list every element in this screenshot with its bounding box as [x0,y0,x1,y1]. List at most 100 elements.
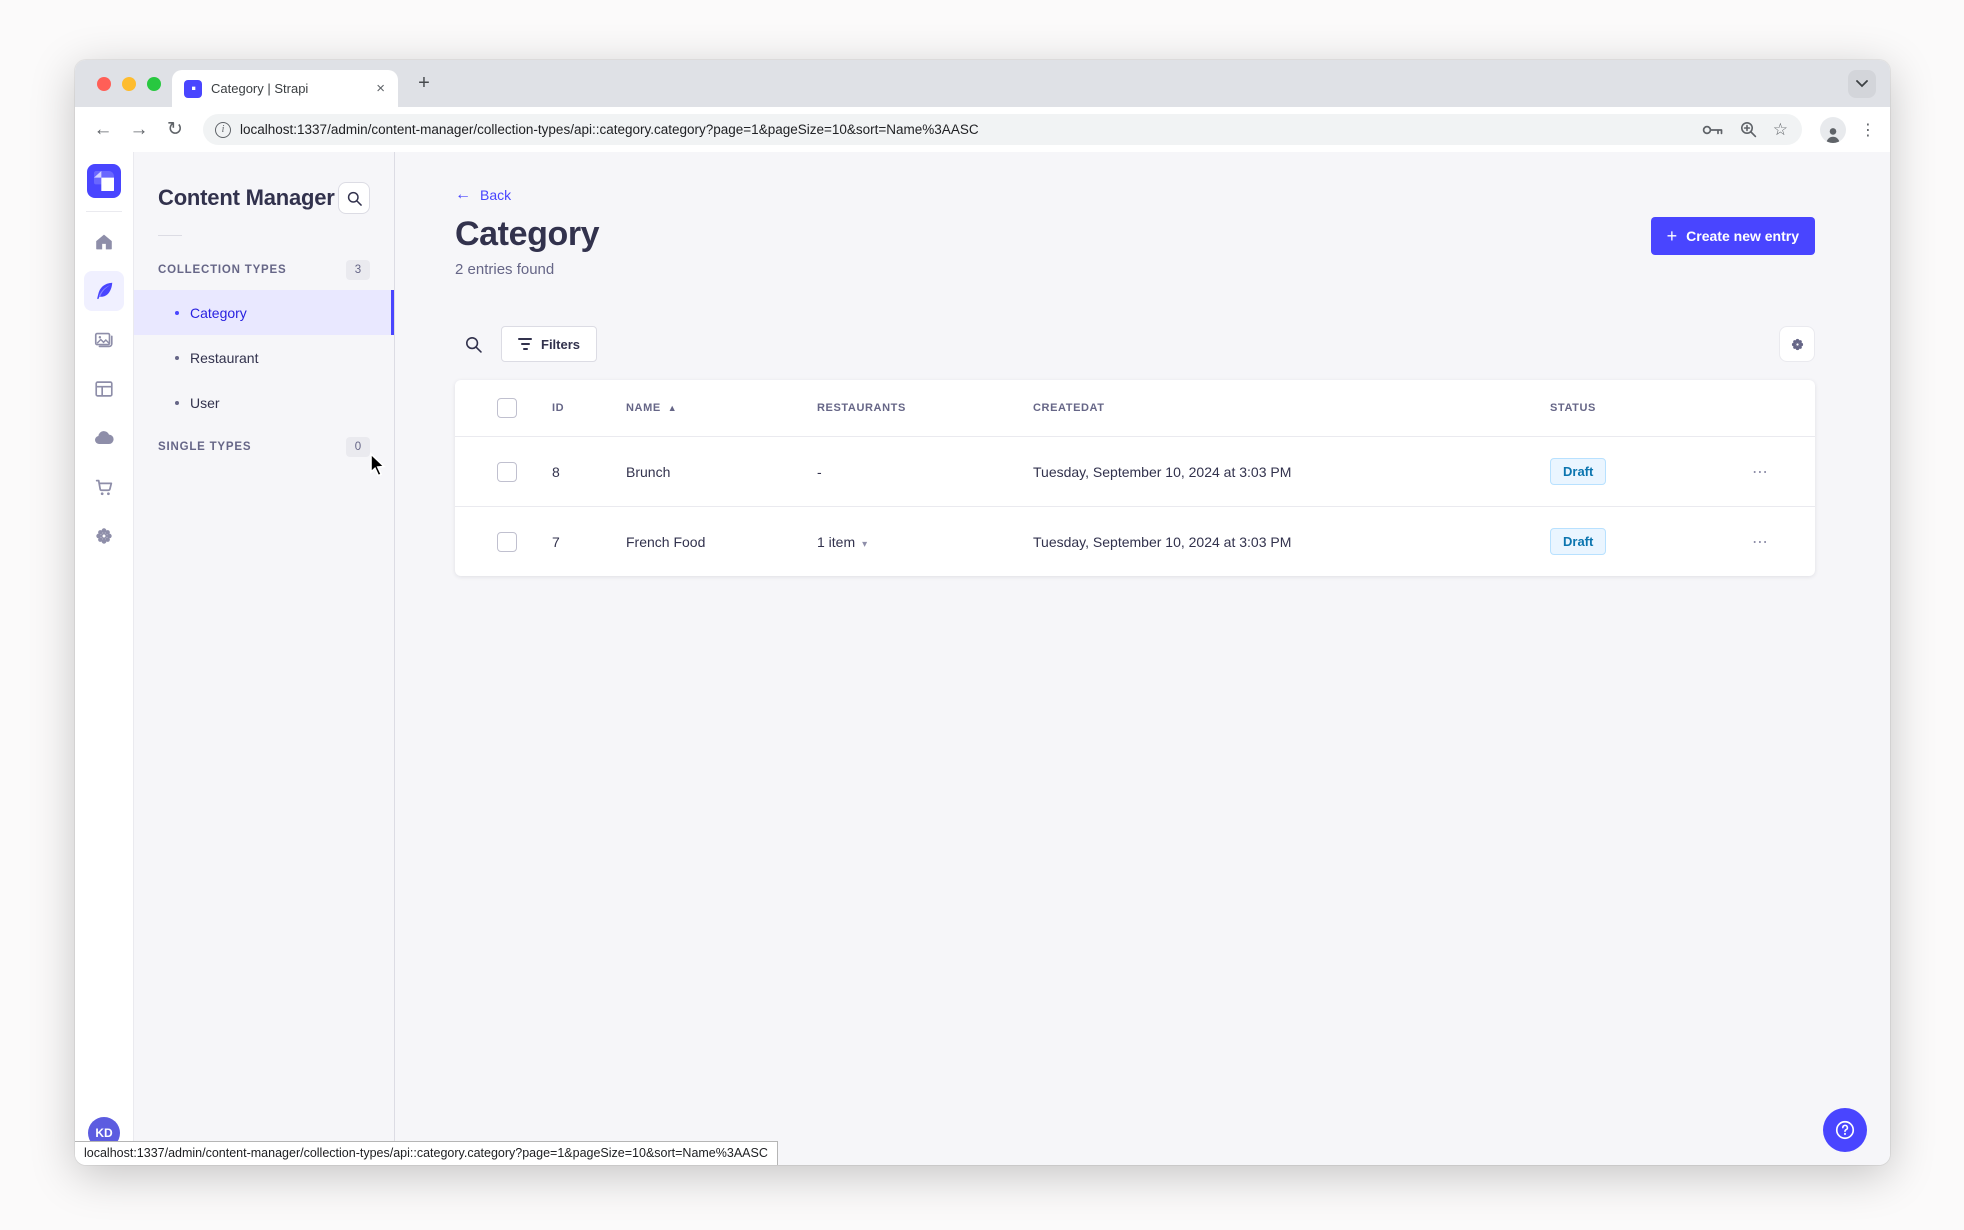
column-header-id[interactable]: ID [552,402,626,414]
browser-tab[interactable]: Category | Strapi × [172,70,398,107]
cell-name: Brunch [626,463,671,480]
column-header-status[interactable]: STATUS [1550,402,1752,414]
search-icon [465,336,482,353]
help-icon [1835,1120,1855,1140]
collection-types-label: COLLECTION TYPES [158,264,287,276]
table-header-row: ID NAME ▲ RESTAURANTS CREATEDAT STATUS [455,380,1815,436]
sidebar-item-label: Category [190,304,247,321]
column-header-name[interactable]: NAME ▲ [626,402,817,414]
sidebar-item-label: User [190,394,220,411]
back-link[interactable]: ← Back [455,186,512,204]
page-title: Category [455,215,600,253]
tab-title: Category | Strapi [211,81,309,96]
search-icon [347,191,362,206]
single-types-label: SINGLE TYPES [158,441,252,453]
home-icon [96,234,112,250]
row-checkbox[interactable] [497,531,517,552]
subnav-divider [158,235,182,236]
status-badge: Draft [1550,458,1607,485]
help-button[interactable] [1823,1108,1867,1152]
cart-icon [95,479,113,496]
cell-id: 7 [552,533,560,550]
cell-restaurants[interactable]: 1 item ▾ [817,534,1033,550]
sidebar-item-user[interactable]: User [134,380,394,425]
nav-settings-button[interactable] [84,516,124,556]
status-bar-url: localhost:1337/admin/content-manager/col… [75,1141,778,1165]
table-settings-button[interactable] [1779,326,1815,362]
sidebar-item-restaurant[interactable]: Restaurant [134,335,394,380]
filters-label: Filters [541,336,581,352]
media-library-icon [94,332,113,348]
browser-menu-icon[interactable]: ⋮ [1860,120,1876,140]
back-label: Back [480,187,512,203]
strapi-favicon-icon [184,79,202,98]
sort-asc-icon: ▲ [667,403,678,413]
nav-deploy-cloud-button[interactable] [84,418,124,458]
back-icon[interactable]: ← [89,119,117,141]
sidebar-item-label: Restaurant [190,349,259,366]
row-actions-icon[interactable]: ⋯ [1752,462,1769,482]
nav-home-button[interactable] [84,222,124,262]
subnav-title: Content Manager [158,185,335,210]
layout-icon [95,381,113,397]
chevron-down-icon [1856,80,1868,88]
nav-content-manager-button[interactable] [84,271,124,311]
nav-marketplace-button[interactable] [84,467,124,507]
filters-button[interactable]: Filters [501,326,598,362]
browser-window: Category | Strapi × + ← → ↻ i localhost:… [75,60,1890,1165]
tab-search-button[interactable] [1848,70,1876,98]
back-arrow-icon: ← [455,186,471,203]
column-header-createdat[interactable]: CREATEDAT [1033,402,1550,414]
minimize-window-button[interactable] [122,77,136,91]
cell-createdat: Tuesday, September 10, 2024 at 3:03 PM [1033,463,1292,480]
browser-profile-icon[interactable] [1820,116,1846,143]
content-manager-subnav: Content Manager COLLECTION TYPES 3 Categ… [134,152,395,1165]
reload-icon[interactable]: ↻ [161,118,189,141]
create-new-entry-button[interactable]: + Create new entry [1650,217,1815,255]
tab-close-icon[interactable]: × [373,80,388,97]
cell-restaurants: - [817,463,822,480]
cell-id: 8 [552,463,560,480]
nav-media-library-button[interactable] [84,320,124,360]
select-all-checkbox[interactable] [497,398,517,418]
address-bar[interactable]: i localhost:1337/admin/content-manager/c… [203,114,1802,145]
filter-icon [518,338,532,350]
create-button-label: Create new entry [1686,228,1799,244]
close-window-button[interactable] [97,77,111,91]
cloud-icon [95,431,114,445]
url-text[interactable]: localhost:1337/admin/content-manager/col… [240,122,1693,137]
main-nav-rail: KD [75,152,134,1165]
single-types-count-badge: 0 [346,437,370,457]
subnav-search-button[interactable] [338,182,370,214]
password-key-icon[interactable] [1702,124,1724,136]
zoom-page-icon[interactable] [1740,121,1757,138]
forward-icon[interactable]: → [125,119,153,141]
nav-content-type-builder-button[interactable] [84,369,124,409]
zoom-window-button[interactable] [147,77,161,91]
strapi-logo[interactable] [87,164,121,198]
browser-toolbar: ← → ↻ i localhost:1337/admin/content-man… [75,107,1890,152]
table-row-brunch[interactable]: 8 Brunch - Tuesday, September 10, 2024 a… [455,436,1815,506]
status-badge: Draft [1550,528,1607,555]
row-actions-icon[interactable]: ⋯ [1752,532,1769,552]
page-info-icon[interactable]: i [215,121,231,138]
row-checkbox[interactable] [497,461,517,482]
bookmark-star-icon[interactable]: ☆ [1773,120,1788,140]
entries-count: 2 entries found [455,261,555,278]
bullet-icon [175,355,179,360]
cell-createdat: Tuesday, September 10, 2024 at 3:03 PM [1033,533,1292,550]
rail-divider [86,211,122,212]
table-row-french-food[interactable]: 7 French Food 1 item ▾ Tuesday, September… [455,506,1815,576]
bullet-icon [175,400,179,405]
sidebar-item-category[interactable]: Category [134,290,394,335]
window-controls [97,77,161,91]
strapi-admin: KD Content Manager COLLECTION TYPES 3 Ca… [75,152,1890,1165]
collection-types-count-badge: 3 [346,260,370,280]
search-entries-button[interactable] [455,326,491,362]
plus-icon: + [1666,226,1678,246]
gear-icon [96,528,112,544]
column-header-restaurants[interactable]: RESTAURANTS [817,402,1033,414]
new-tab-button[interactable]: + [412,72,436,94]
chevron-down-icon: ▾ [862,538,868,550]
main-content: ← Back Category 2 entries found + Create… [395,152,1890,1165]
